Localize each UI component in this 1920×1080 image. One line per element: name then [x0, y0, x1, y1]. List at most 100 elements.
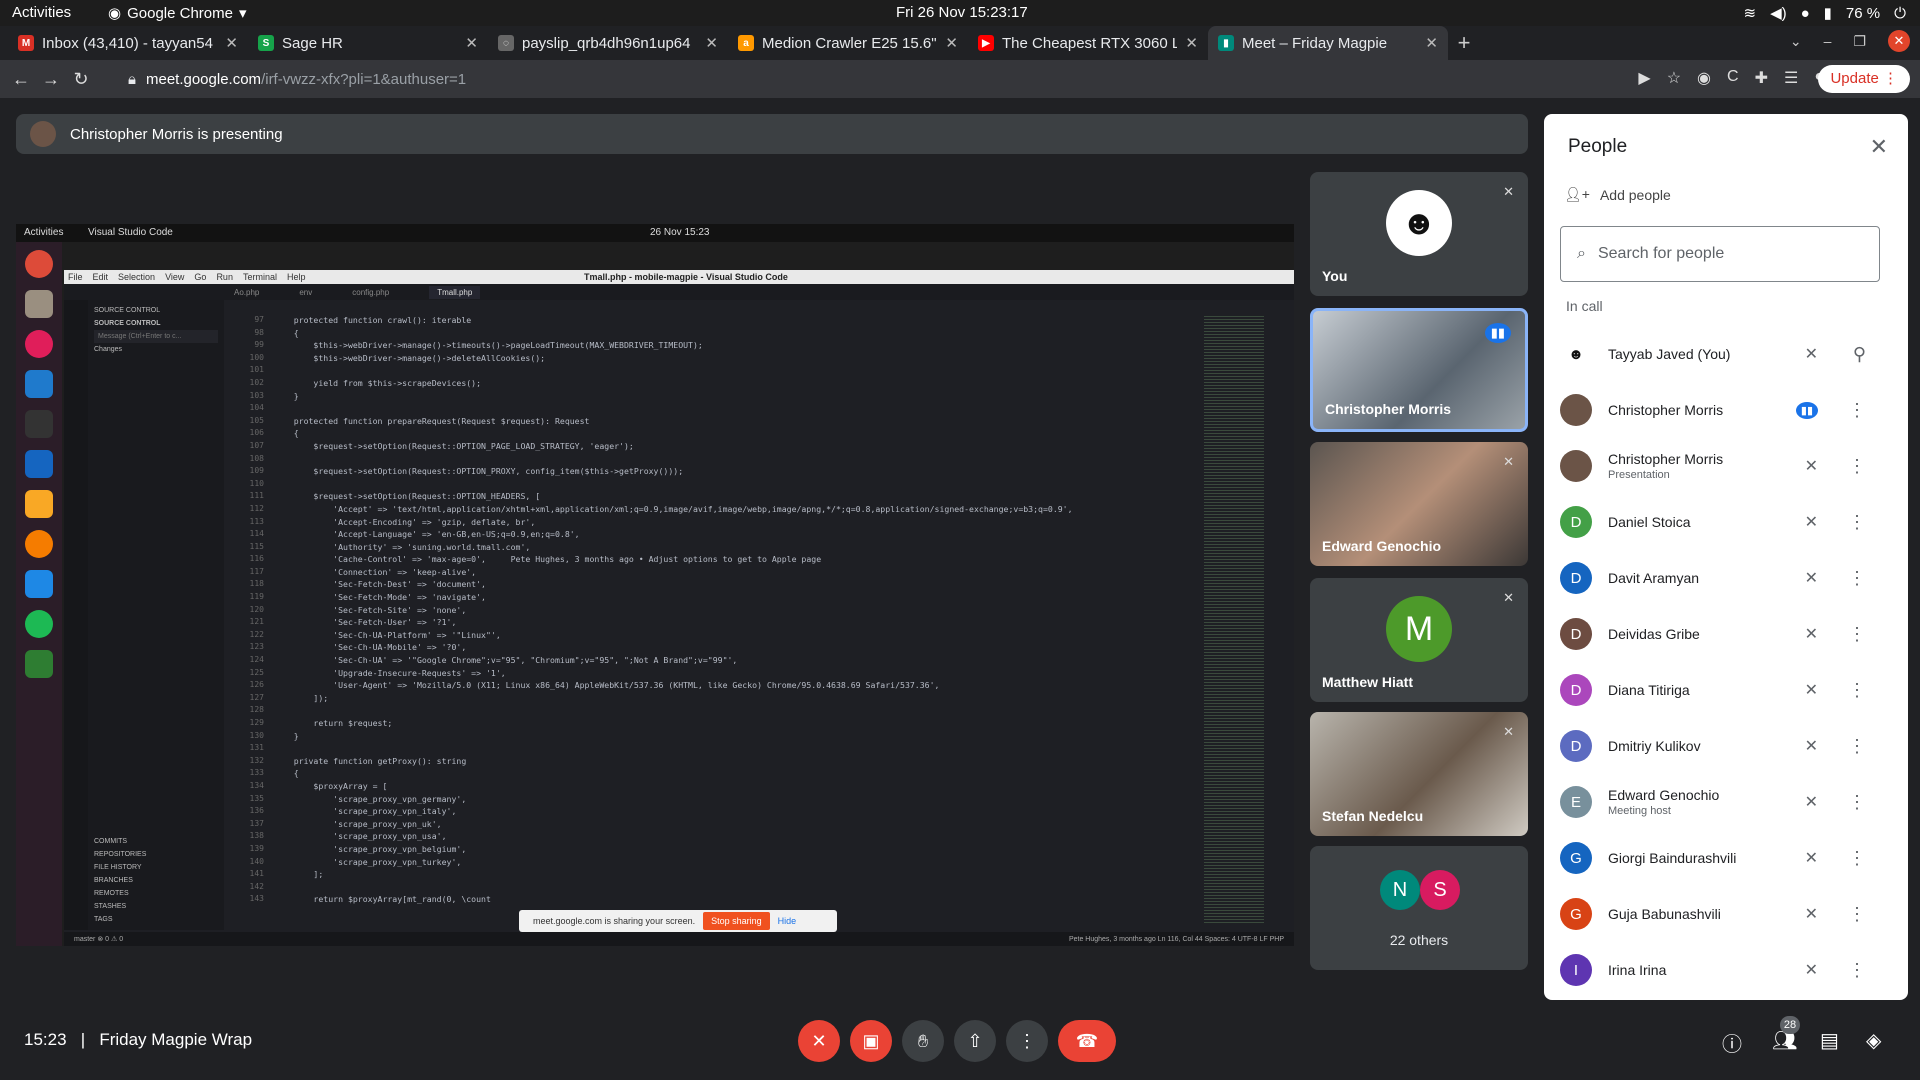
side-section[interactable]: REMOTES [94, 887, 146, 900]
side-section[interactable]: FILE HISTORY [94, 861, 146, 874]
minimap[interactable] [1204, 314, 1264, 924]
browser-tab[interactable]: S Sage HR ✕ [248, 26, 488, 60]
extension-c-icon[interactable]: C [1727, 68, 1739, 88]
side-section[interactable]: STASHES [94, 900, 146, 913]
camera-off-button[interactable]: ▣ [850, 1020, 892, 1062]
mic-off-button[interactable]: ✕ [798, 1020, 840, 1062]
close-tab-icon[interactable]: ✕ [1425, 34, 1438, 52]
update-button[interactable]: Update ⋮ [1818, 65, 1910, 93]
other-avatar-n: N [1380, 870, 1420, 910]
browser-tab[interactable]: ◌ payslip_qrb4dh96n1up64 ✕ [488, 26, 728, 60]
extension-color-icon[interactable]: ◉ [1697, 68, 1711, 88]
menu-item[interactable]: Go [194, 272, 206, 282]
tile-matthew-hiatt[interactable]: M ✕ Matthew Hiatt [1310, 578, 1528, 702]
editor-tab[interactable]: env [299, 288, 312, 297]
tab-search-icon[interactable]: ⌄ [1790, 33, 1802, 50]
close-tab-icon[interactable]: ✕ [1185, 34, 1198, 52]
changes-group[interactable]: Changes [94, 343, 218, 356]
menu-item[interactable]: Selection [118, 272, 155, 282]
editor-tab[interactable]: Ao.php [234, 288, 259, 297]
system-tray[interactable]: ≋ ◀) ● ▮ 76 % ⏻ [1743, 4, 1906, 23]
browser-tab[interactable]: M Inbox (43,410) - tayyan54 ✕ [8, 26, 248, 60]
more-vert-icon[interactable]: ⋮ [1848, 624, 1866, 645]
chat-icon[interactable]: ▤ [1820, 1028, 1839, 1053]
media-icon[interactable]: ☰ [1784, 68, 1798, 88]
url-field[interactable]: 🔒︎ meet.google.com/irf-vwzz-xfx?pli=1&au… [112, 64, 1112, 94]
close-window-button[interactable]: ✕ [1888, 30, 1910, 52]
participant-row[interactable]: ☻ Tayyab Javed (You) ✕ ⚲ [1560, 326, 1892, 382]
side-section[interactable]: BRANCHES [94, 874, 146, 887]
stop-sharing-button[interactable]: Stop sharing [703, 912, 770, 930]
leave-call-button[interactable]: ☎ [1058, 1020, 1116, 1062]
activities-button[interactable]: Activities [12, 4, 71, 21]
commit-message-input[interactable]: Message (Ctrl+Enter to c... [94, 330, 218, 343]
search-input[interactable]: ⌕ Search for people [1560, 226, 1880, 282]
forward-button[interactable]: → [36, 69, 66, 90]
close-icon[interactable]: ✕ [1870, 134, 1888, 160]
participant-row[interactable]: D Daniel Stoica ✕ ⋮ [1560, 494, 1892, 550]
activities-icon[interactable]: ◈ [1866, 1028, 1881, 1053]
participant-row[interactable]: G Guja Babunashvili ✕ ⋮ [1560, 886, 1892, 942]
close-tab-icon[interactable]: ✕ [225, 34, 238, 52]
bookmark-star-icon[interactable]: ☆ [1667, 68, 1681, 88]
participant-row[interactable]: D Deividas Gribe ✕ ⋮ [1560, 606, 1892, 662]
more-vert-icon[interactable]: ⋮ [1848, 960, 1866, 981]
editor-tab[interactable]: config.php [352, 288, 389, 297]
more-vert-icon[interactable]: ⋮ [1848, 400, 1866, 421]
present-button[interactable]: ⇧ [954, 1020, 996, 1062]
tile-you[interactable]: ☻ ✕ You [1310, 172, 1528, 296]
participant-row[interactable]: Christopher Morris Presentation ✕ ⋮ [1560, 438, 1892, 494]
participant-row[interactable]: Christopher Morris ▮▮ ⋮ [1560, 382, 1892, 438]
info-icon[interactable]: ⓘ [1722, 1028, 1742, 1057]
participant-row[interactable]: D Davit Aramyan ✕ ⋮ [1560, 550, 1892, 606]
more-vert-icon[interactable]: ⋮ [1848, 512, 1866, 533]
camera-blocked-icon[interactable]: ▶ [1638, 68, 1650, 88]
tile-christopher-morris[interactable]: ▮▮ Christopher Morris [1310, 308, 1528, 432]
app-menu[interactable]: ◉ Google Chrome ▾ [108, 4, 247, 23]
more-vert-icon[interactable]: ⋮ [1848, 680, 1866, 701]
close-tab-icon[interactable]: ✕ [945, 34, 958, 52]
more-vert-icon[interactable]: ⋮ [1848, 568, 1866, 589]
raise-hand-button[interactable]: ✋︎ [902, 1020, 944, 1062]
more-vert-icon[interactable]: ⋮ [1848, 736, 1866, 757]
more-vert-icon[interactable]: ⋮ [1848, 848, 1866, 869]
menu-item[interactable]: Terminal [243, 272, 277, 282]
browser-tab[interactable]: a Medion Crawler E25 15.6" ✕ [728, 26, 968, 60]
participant-row[interactable]: E Edward Genochio Meeting host ✕ ⋮ [1560, 774, 1892, 830]
more-options-button[interactable]: ⋮ [1006, 1020, 1048, 1062]
menu-item[interactable]: Help [287, 272, 306, 282]
more-vert-icon[interactable]: ⋮ [1848, 456, 1866, 477]
add-people-button[interactable]: 👤︎+ Add people [1564, 186, 1671, 203]
editor-tab[interactable]: Tmall.php [429, 285, 481, 299]
browser-tab[interactable]: ▮ Meet – Friday Magpie ✕ [1208, 26, 1448, 60]
close-tab-icon[interactable]: ✕ [705, 34, 718, 52]
minimize-button[interactable]: – [1824, 33, 1832, 49]
close-tab-icon[interactable]: ✕ [465, 34, 478, 52]
code-editor[interactable]: protected function crawl(): iterable { $… [274, 314, 1234, 906]
tile-stefan-nedelcu[interactable]: ✕ Stefan Nedelcu [1310, 712, 1528, 836]
hide-button[interactable]: Hide [778, 916, 797, 926]
side-section[interactable]: REPOSITORIES [94, 848, 146, 861]
new-tab-button[interactable]: + [1448, 26, 1480, 60]
more-vert-icon[interactable]: ⋮ [1848, 792, 1866, 813]
menu-item[interactable]: Run [216, 272, 233, 282]
pin-icon[interactable]: ⚲ [1853, 344, 1866, 365]
participant-row[interactable]: D Diana Titiriga ✕ ⋮ [1560, 662, 1892, 718]
side-section[interactable]: TAGS [94, 913, 146, 926]
participant-row[interactable]: I Irina Irina ✕ ⋮ [1560, 942, 1892, 998]
tile-others[interactable]: N S 22 others [1310, 846, 1528, 970]
back-button[interactable]: ← [6, 69, 36, 90]
menu-item[interactable]: Edit [93, 272, 109, 282]
menu-item[interactable]: View [165, 272, 184, 282]
tile-edward-genochio[interactable]: ✕ Edward Genochio [1310, 442, 1528, 566]
side-section[interactable]: COMMITS [94, 835, 146, 848]
menu-item[interactable]: File [68, 272, 83, 282]
reload-button[interactable]: ↻ [66, 69, 96, 90]
puzzle-icon[interactable]: ✚ [1755, 68, 1768, 88]
clock[interactable]: Fri 26 Nov 15:23:17 [896, 4, 1028, 21]
more-vert-icon[interactable]: ⋮ [1848, 904, 1866, 925]
participant-row[interactable]: G Giorgi Baindurashvili ✕ ⋮ [1560, 830, 1892, 886]
maximize-button[interactable]: ❐ [1853, 33, 1866, 50]
browser-tab[interactable]: ▶ The Cheapest RTX 3060 La ✕ [968, 26, 1208, 60]
participant-row[interactable]: D Dmitriy Kulikov ✕ ⋮ [1560, 718, 1892, 774]
